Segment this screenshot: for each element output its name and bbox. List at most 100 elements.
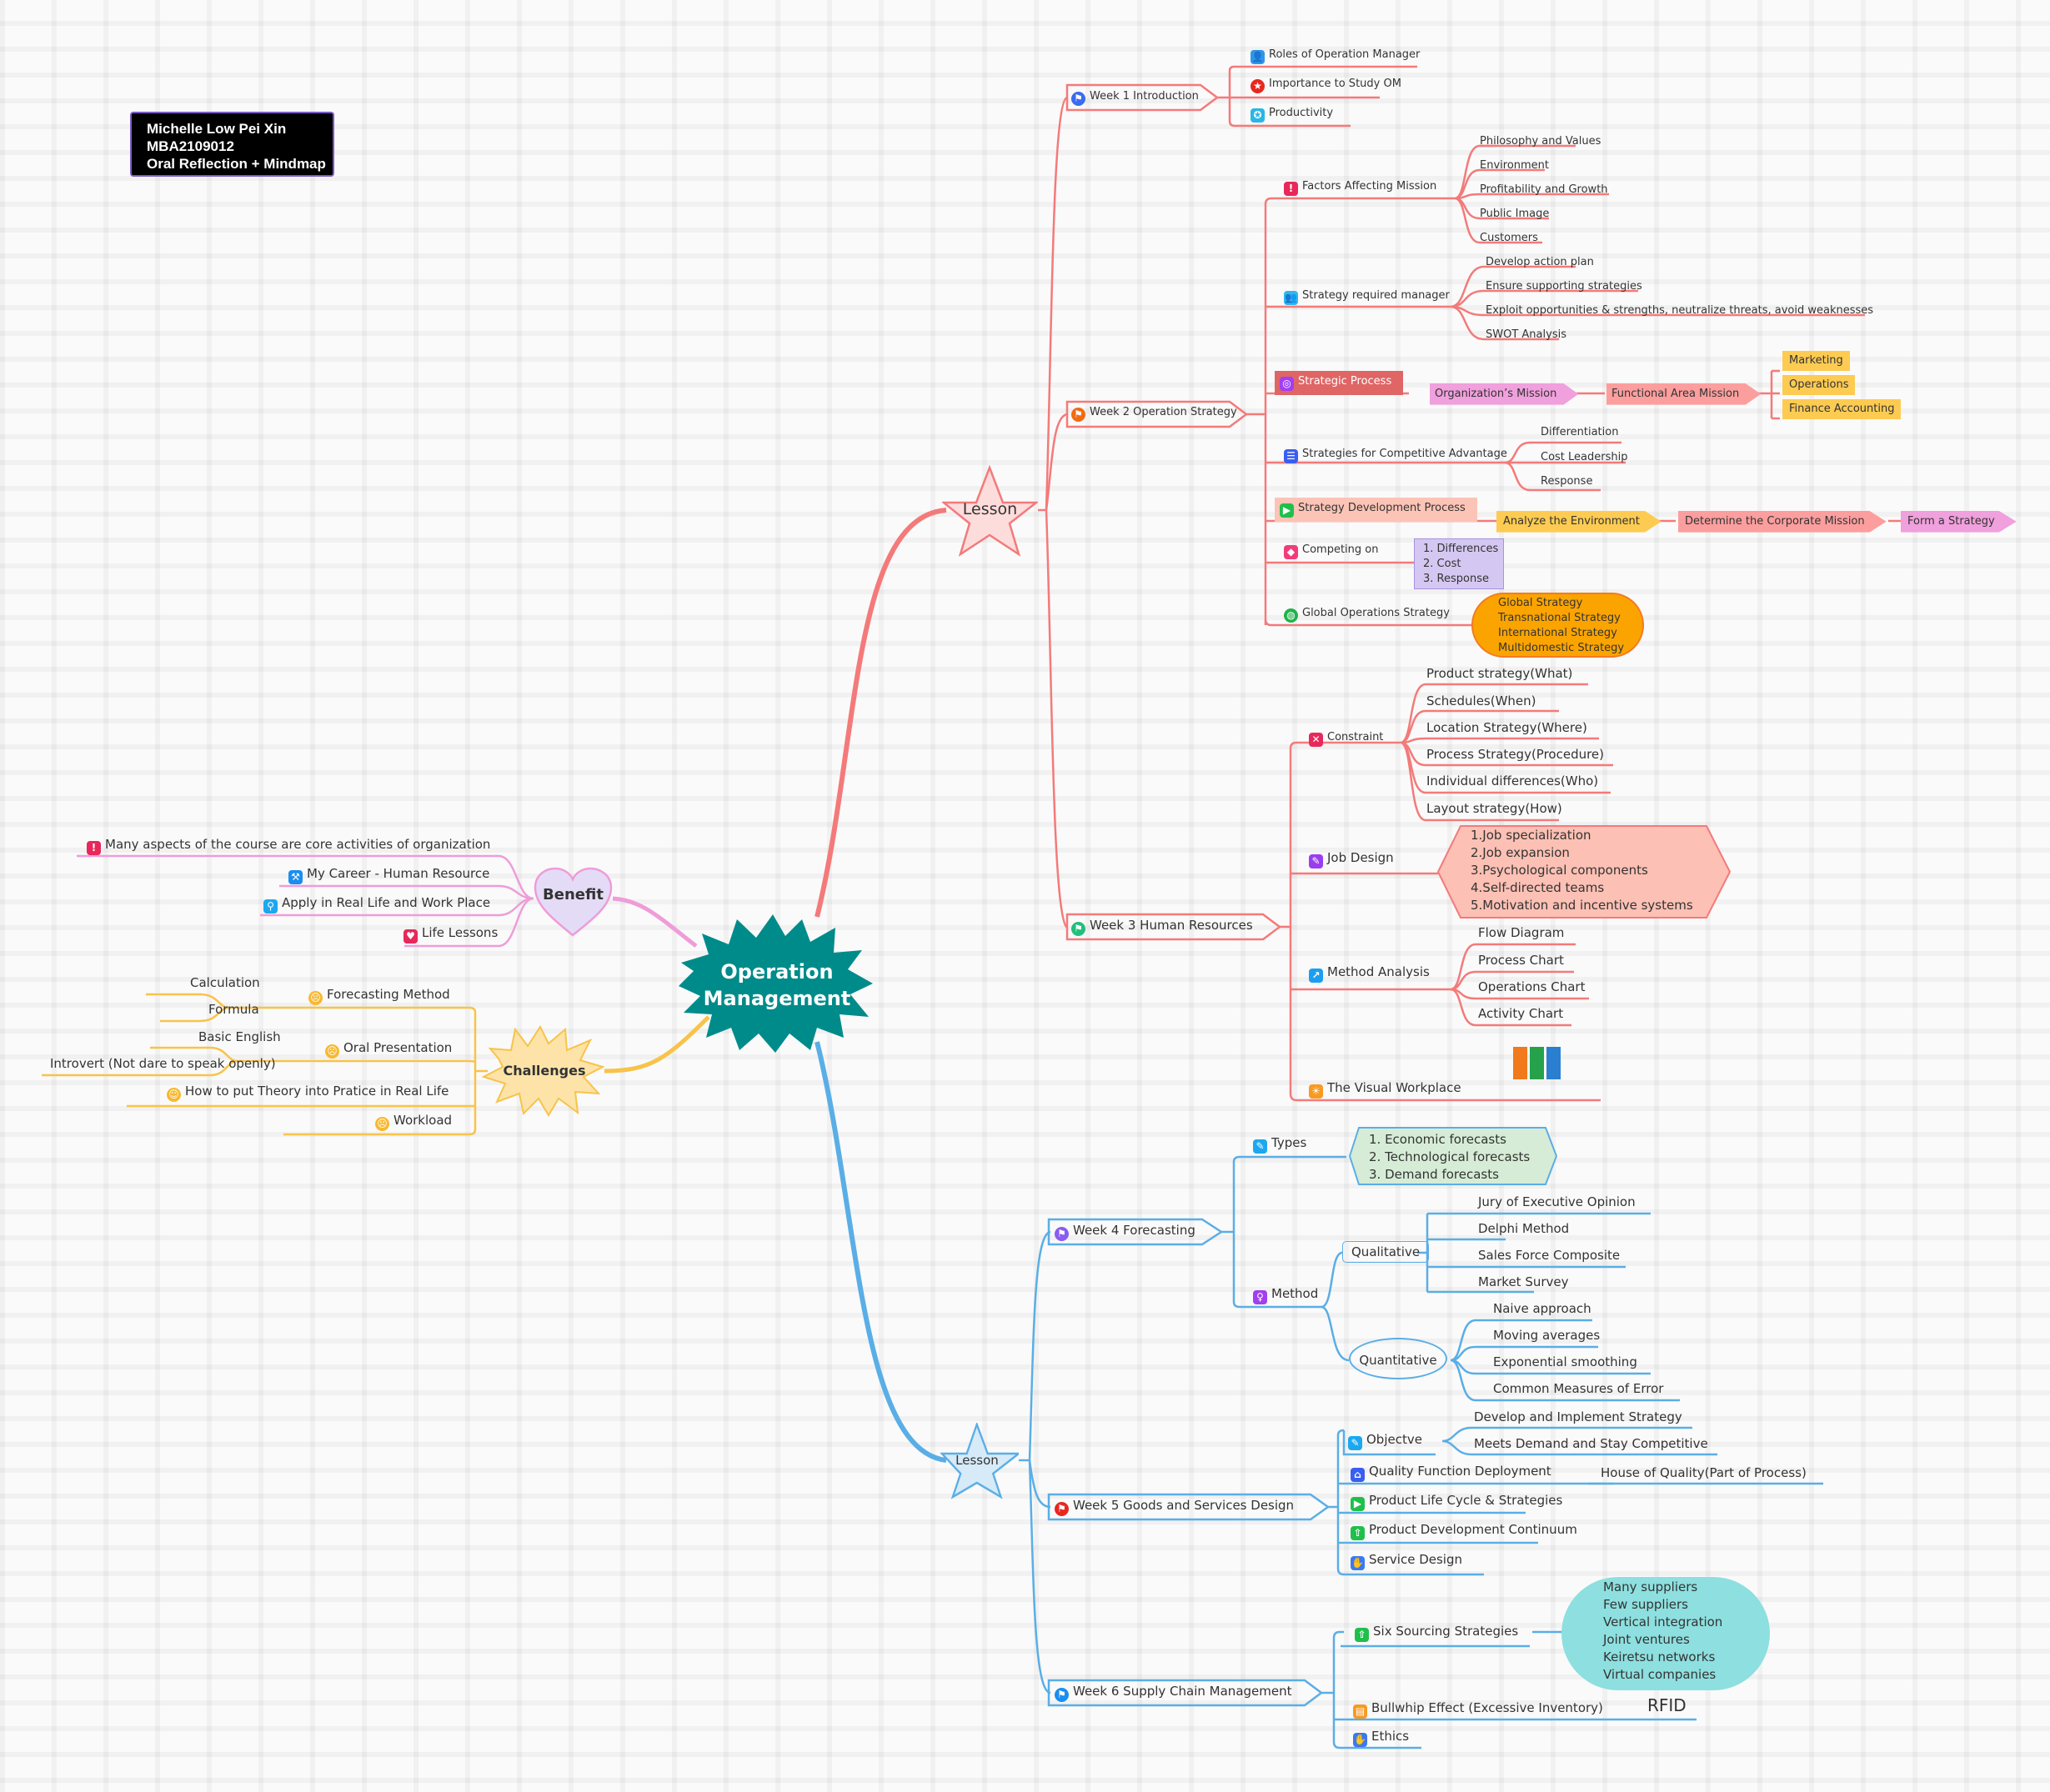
qfd-node[interactable]: ⌂ Quality Function Deployment <box>1351 1464 1551 1482</box>
method-analysis-item[interactable]: Activity Chart <box>1478 1006 1563 1021</box>
week5-topic[interactable]: ⚑ Week 5 Goods and Services Design <box>1055 1498 1294 1516</box>
constraint-item[interactable]: Individual differences(Who) <box>1426 773 1598 788</box>
challenge-item[interactable]: ☹ Workload <box>375 1113 452 1131</box>
lesson-top-node[interactable]: Lesson <box>942 465 1038 557</box>
global-operations-node[interactable]: ◍ Global Operations Strategy <box>1284 607 1450 623</box>
service-design-node[interactable]: ✋ Service Design <box>1351 1552 1462 1570</box>
competitive-label: Strategies for Competitive Advantage <box>1302 448 1507 460</box>
lesson-bottom-node[interactable]: Lesson <box>940 1423 1019 1499</box>
strategy-item[interactable]: Ensure supporting strategies <box>1486 280 1642 293</box>
challenges-label: Challenges <box>503 1063 586 1079</box>
benefit-item[interactable]: ⚲ Apply in Real Life and Work Place <box>263 895 490 914</box>
qualitative-item[interactable]: Sales Force Composite <box>1478 1248 1620 1263</box>
area-finance[interactable]: Finance Accounting <box>1782 399 1902 419</box>
strategic-process-node[interactable]: ◎ Strategic Process <box>1275 371 1404 395</box>
quantitative-item[interactable]: Exponential smoothing <box>1493 1354 1637 1369</box>
constraint-item[interactable]: Layout strategy(How) <box>1426 801 1562 816</box>
competitive-item[interactable]: Differentiation <box>1541 426 1618 439</box>
strategy-item[interactable]: Develop action plan <box>1486 256 1594 269</box>
method-analysis-item[interactable]: Flow Diagram <box>1478 925 1564 940</box>
job-design-node[interactable]: ✎ Job Design <box>1309 850 1394 868</box>
flag-icon: ⚑ <box>1071 408 1085 422</box>
qualitative-item[interactable]: Market Survey <box>1478 1274 1569 1289</box>
constraint-node[interactable]: ✕ Constraint <box>1309 731 1383 747</box>
week2-topic[interactable]: ⚑ Week 2 Operation Strategy <box>1071 406 1237 422</box>
challenge-subitem[interactable]: Formula <box>208 1002 259 1017</box>
flow-functional-area[interactable]: Functional Area Mission <box>1606 383 1762 405</box>
challenges-node[interactable]: Challenges <box>482 1025 607 1117</box>
challenge-subitem[interactable]: Introvert (Not dare to speak openly) <box>50 1056 276 1071</box>
quantitative-item[interactable]: Common Measures of Error <box>1493 1381 1663 1396</box>
global-strategy-bubble[interactable]: Global Strategy Transnational Strategy I… <box>1471 593 1644 658</box>
types-list-box[interactable]: 1. Economic forecasts 2. Technological f… <box>1349 1127 1557 1185</box>
competing-list-box[interactable]: 1. Differences 2. Cost 3. Response <box>1414 538 1504 589</box>
flow-organization-mission[interactable]: Organization’s Mission <box>1430 383 1579 405</box>
challenge-item[interactable]: ☹ Forecasting Method <box>308 987 450 1005</box>
strategy-item[interactable]: Exploit opportunities & strengths, neutr… <box>1486 304 1873 318</box>
challenge-item[interactable]: ☹ Oral Presentation <box>325 1040 452 1059</box>
product-development-node[interactable]: ⇧ Product Development Continuum <box>1351 1522 1577 1540</box>
job-design-list-box[interactable]: 1.Job specialization 2.Job expansion 3.P… <box>1437 825 1731 919</box>
constraint-item[interactable]: Product strategy(What) <box>1426 666 1572 681</box>
week4-topic[interactable]: ⚑ Week 4 Forecasting <box>1055 1223 1195 1241</box>
benefit-item[interactable]: ⚒ My Career - Human Resource <box>288 866 489 884</box>
competitive-node[interactable]: ☰ Strategies for Competitive Advantage <box>1284 448 1507 463</box>
roles-node[interactable]: 👤 Roles of Operation Manager <box>1251 48 1420 64</box>
ethics-node[interactable]: ✋ Ethics <box>1353 1729 1409 1747</box>
competitive-item[interactable]: Cost Leadership <box>1541 451 1627 464</box>
constraint-item[interactable]: Process Strategy(Procedure) <box>1426 747 1604 762</box>
quantitative-item[interactable]: Naive approach <box>1493 1301 1591 1316</box>
objective-item[interactable]: Meets Demand and Stay Competitive <box>1474 1436 1708 1451</box>
factor-item[interactable]: Environment <box>1480 159 1549 173</box>
sourcing-item: Joint ventures <box>1603 1632 1690 1647</box>
importance-node[interactable]: ★ Importance to Study OM <box>1251 78 1401 93</box>
factor-item[interactable]: Customers <box>1480 232 1538 245</box>
objective-item[interactable]: Develop and Implement Strategy <box>1474 1409 1682 1424</box>
quantitative-item[interactable]: Moving averages <box>1493 1328 1600 1343</box>
thinking-face-icon: ☺ <box>167 1088 181 1102</box>
strategy-item[interactable]: SWOT Analysis <box>1486 328 1566 342</box>
qualitative-node[interactable]: Qualitative <box>1342 1241 1430 1263</box>
week3-topic[interactable]: ⚑ Week 3 Human Resources <box>1071 918 1253 936</box>
benefit-item[interactable]: ! Many aspects of the course are core act… <box>87 837 490 855</box>
strategy-required-node[interactable]: 👥 Strategy required manager <box>1284 289 1450 305</box>
bullwhip-node[interactable]: ▤ Bullwhip Effect (Excessive Inventory) <box>1353 1700 1603 1719</box>
method-node[interactable]: ♀ Method <box>1253 1286 1318 1304</box>
method-analysis-node[interactable]: ↗ Method Analysis <box>1309 964 1430 983</box>
challenge-item[interactable]: ☺ How to put Theory into Pratice in Real … <box>167 1084 449 1102</box>
objective-node[interactable]: ✎ Objectve <box>1348 1432 1422 1450</box>
qualitative-item[interactable]: Jury of Executive Opinion <box>1478 1194 1636 1209</box>
flow-analyze-environment[interactable]: Analyze the Environment <box>1496 511 1662 533</box>
visual-workplace-node[interactable]: ☀ The Visual Workplace <box>1309 1080 1461 1099</box>
area-operations[interactable]: Operations <box>1782 375 1856 395</box>
six-sourcing-node[interactable]: ⇧ Six Sourcing Strategies <box>1355 1624 1518 1642</box>
flow-form-strategy[interactable]: Form a Strategy <box>1901 511 2017 533</box>
house-of-quality-node[interactable]: House of Quality(Part of Process) <box>1601 1465 1807 1480</box>
week6-topic[interactable]: ⚑ Week 6 Supply Chain Management <box>1055 1684 1292 1702</box>
productivity-node[interactable]: ✪ Productivity <box>1251 107 1333 123</box>
competitive-item[interactable]: Response <box>1541 475 1592 488</box>
area-marketing[interactable]: Marketing <box>1782 351 1850 371</box>
product-life-cycle-node[interactable]: ▶ Product Life Cycle & Strategies <box>1351 1493 1562 1511</box>
sourcing-bubble[interactable]: Many suppliers Few suppliers Vertical in… <box>1561 1577 1770 1690</box>
strategy-development-node[interactable]: ▶ Strategy Development Process <box>1275 498 1477 522</box>
flow-determine-mission[interactable]: Determine the Corporate Mission <box>1678 511 1887 533</box>
week1-topic[interactable]: ⚑ Week 1 Introduction <box>1071 90 1199 106</box>
method-analysis-item[interactable]: Operations Chart <box>1478 979 1585 994</box>
challenge-subitem[interactable]: Basic English <box>198 1029 281 1044</box>
benefit-item[interactable]: ♥ Life Lessons <box>403 925 498 944</box>
qualitative-item[interactable]: Delphi Method <box>1478 1221 1569 1236</box>
factors-node[interactable]: ! Factors Affecting Mission <box>1284 180 1436 196</box>
challenge-subitem[interactable]: Calculation <box>190 975 260 990</box>
quantitative-node[interactable]: Quantitative <box>1349 1338 1447 1379</box>
constraint-item[interactable]: Location Strategy(Where) <box>1426 720 1587 735</box>
factor-item[interactable]: Profitability and Growth <box>1480 183 1608 197</box>
method-analysis-item[interactable]: Process Chart <box>1478 953 1564 968</box>
central-topic[interactable]: Operation Management <box>677 913 877 1054</box>
factor-item[interactable]: Philosophy and Values <box>1480 135 1601 148</box>
types-node[interactable]: ✎ Types <box>1253 1135 1306 1154</box>
competing-on-node[interactable]: ◆ Competing on <box>1284 543 1378 559</box>
benefit-node[interactable]: Benefit <box>534 867 613 938</box>
constraint-item[interactable]: Schedules(When) <box>1426 693 1536 708</box>
factor-item[interactable]: Public Image <box>1480 208 1549 221</box>
